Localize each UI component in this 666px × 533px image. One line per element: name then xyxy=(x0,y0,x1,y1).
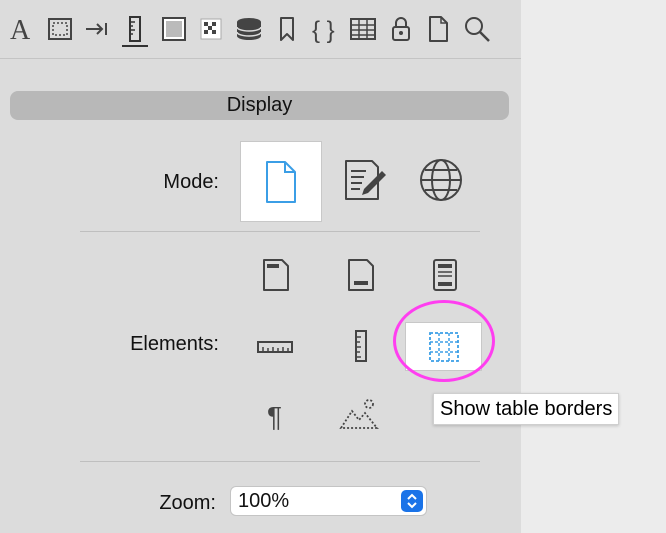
header-footer-button[interactable] xyxy=(425,255,465,295)
mode-label: Mode: xyxy=(163,171,219,193)
edit-document-icon xyxy=(345,160,386,200)
horizontal-ruler-button[interactable] xyxy=(253,332,297,362)
svg-text:A: A xyxy=(10,15,31,44)
code-braces-icon[interactable]: { } xyxy=(308,10,342,48)
document-icon xyxy=(266,160,296,203)
bookmark-icon[interactable] xyxy=(270,10,304,48)
svg-text:{ }: { } xyxy=(312,17,335,44)
zoom-label: Zoom: xyxy=(159,492,216,514)
page-header-icon xyxy=(263,259,289,291)
mode-divider xyxy=(80,231,480,232)
header-button[interactable] xyxy=(256,255,296,295)
background-area xyxy=(521,0,666,533)
svg-text:¶: ¶ xyxy=(267,401,282,431)
indent-icon[interactable] xyxy=(80,10,114,48)
lock-icon[interactable] xyxy=(384,10,418,48)
vertical-ruler-icon xyxy=(355,330,367,362)
frame-icon[interactable] xyxy=(157,10,191,48)
elements-label: Elements: xyxy=(130,333,219,355)
database-icon[interactable] xyxy=(232,10,266,48)
inspector-panel: A { } Display Mode: Elements: ¶ Zoom: 10… xyxy=(0,0,521,533)
page-footer-icon xyxy=(348,259,374,291)
elements-divider xyxy=(80,461,480,462)
page-icon[interactable] xyxy=(421,10,455,48)
edit-mode-button[interactable] xyxy=(335,150,395,210)
pattern-icon[interactable] xyxy=(194,10,228,48)
highlight-annotation-ring xyxy=(393,300,495,382)
pilcrow-icon: ¶ xyxy=(267,401,282,431)
section-header-display: Display xyxy=(10,91,509,120)
web-mode-button[interactable] xyxy=(411,150,471,210)
page-mode-button[interactable] xyxy=(240,141,322,222)
inspector-toolbar: A { } xyxy=(0,0,521,58)
footer-button[interactable] xyxy=(341,255,381,295)
ruler-icon[interactable] xyxy=(118,10,152,48)
toolbar-divider xyxy=(0,58,521,59)
image-placeholder-icon xyxy=(339,399,379,429)
border-icon[interactable] xyxy=(43,10,77,48)
vertical-ruler-button[interactable] xyxy=(342,326,380,366)
table-icon[interactable] xyxy=(346,10,380,48)
paragraph-marks-button[interactable]: ¶ xyxy=(256,396,296,436)
font-icon[interactable]: A xyxy=(5,10,39,48)
zoom-select[interactable]: 100% xyxy=(230,486,427,516)
horizontal-ruler-icon xyxy=(257,341,293,353)
globe-icon xyxy=(420,159,462,201)
search-icon[interactable] xyxy=(460,10,494,48)
chevron-up-down-icon xyxy=(401,490,423,512)
header-footer-icon xyxy=(433,259,457,291)
zoom-value: 100% xyxy=(238,489,290,512)
tooltip: Show table borders xyxy=(433,393,620,425)
image-placeholders-button[interactable] xyxy=(336,394,382,434)
